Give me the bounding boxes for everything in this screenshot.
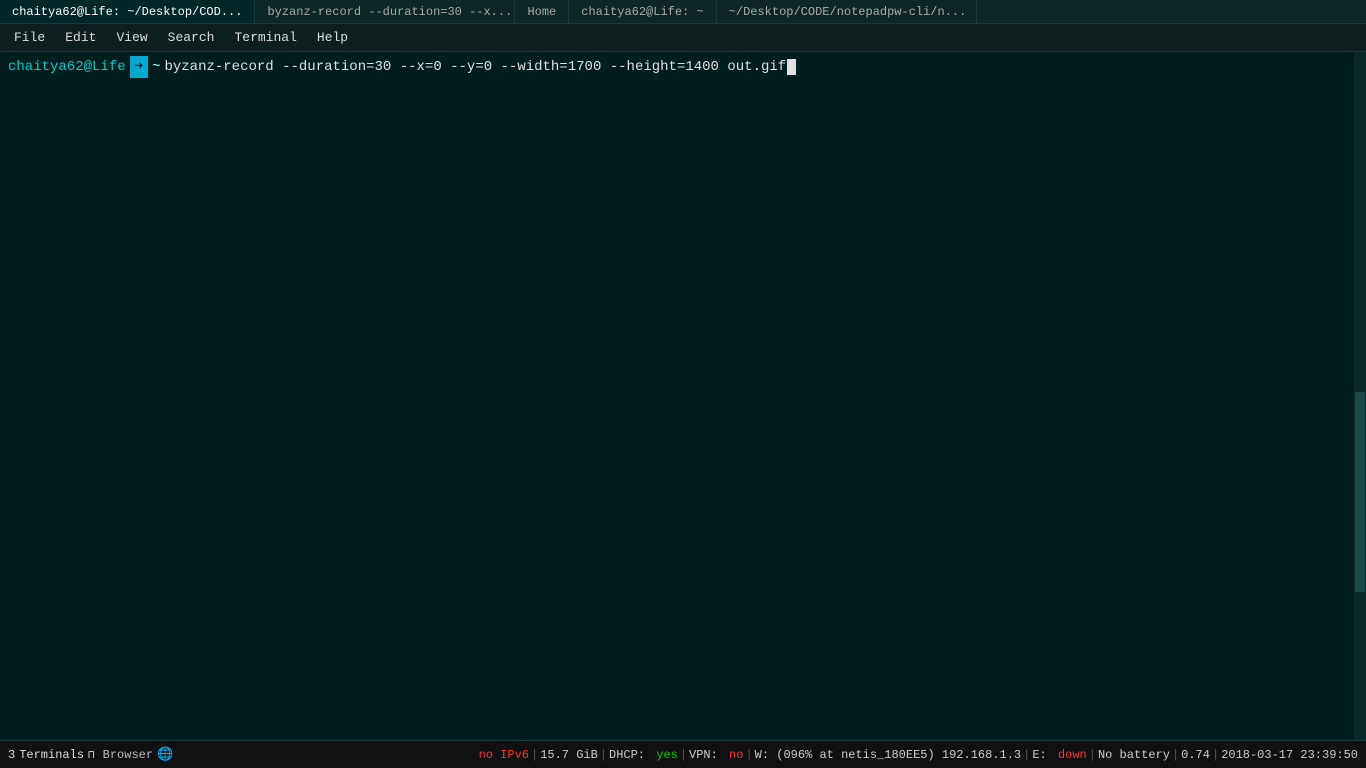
prompt-dir: ~: [152, 56, 160, 78]
terminal-area[interactable]: chaitya62@Life ➜ ~ byzanz-record --durat…: [0, 52, 1366, 740]
e-label: E:: [1032, 748, 1046, 762]
menu-bar: File Edit View Search Terminal Help: [0, 24, 1366, 52]
scrollbar[interactable]: [1354, 52, 1366, 740]
vpn-value: no: [729, 748, 743, 762]
dhcp-value: yes: [656, 748, 678, 762]
tab-3-label: Home: [527, 5, 556, 19]
tab-3[interactable]: Home: [515, 0, 569, 23]
status-bar: 3 Terminals ⊓ Browser 🌐 no IPv6 | 15.7 G…: [0, 740, 1366, 768]
wifi-info: W: (096% at netis_180EE5) 192.168.1.3: [755, 748, 1021, 762]
tab-1-label: chaitya62@Life: ~/Desktop/COD...: [12, 5, 242, 19]
browser-label: Browser 🌐: [103, 747, 174, 762]
menu-search[interactable]: Search: [158, 24, 225, 51]
tab-5-label: ~/Desktop/CODE/notepadpw-cli/n...: [729, 5, 967, 19]
menu-terminal[interactable]: Terminal: [224, 24, 306, 51]
tab-5[interactable]: ~/Desktop/CODE/notepadpw-cli/n...: [717, 0, 977, 23]
vpn-label: VPN:: [689, 748, 718, 762]
menu-file[interactable]: File: [4, 24, 55, 51]
pin-icon: ⊓: [88, 748, 95, 762]
terminal-cursor: [787, 59, 796, 75]
terminal-command: byzanz-record --duration=30 --x=0 --y=0 …: [164, 56, 786, 78]
e-value: down: [1058, 748, 1087, 762]
terminals-count: 3 Terminals ⊓: [8, 748, 95, 762]
title-bar: chaitya62@Life: ~/Desktop/COD... byzanz-…: [0, 0, 1366, 24]
battery-label: No battery: [1098, 748, 1170, 762]
globe-icon: 🌐: [157, 747, 173, 762]
tab-2[interactable]: byzanz-record --duration=30 --x...: [255, 0, 515, 23]
tab-2-label: byzanz-record --duration=30 --x...: [267, 5, 512, 19]
tab-4-label: chaitya62@Life: ~: [581, 5, 703, 19]
scrollbar-thumb[interactable]: [1355, 392, 1365, 592]
menu-help[interactable]: Help: [307, 24, 358, 51]
menu-edit[interactable]: Edit: [55, 24, 106, 51]
no-ipv6-status: no IPv6: [479, 748, 529, 762]
menu-view[interactable]: View: [106, 24, 157, 51]
prompt-line: chaitya62@Life ➜ ~ byzanz-record --durat…: [8, 56, 1358, 78]
datetime: 2018-03-17 23:39:50: [1221, 748, 1358, 762]
dhcp-label: DHCP:: [609, 748, 645, 762]
prompt-user: chaitya62@Life: [8, 56, 126, 78]
battery-val: 0.74: [1181, 748, 1210, 762]
tab-1[interactable]: chaitya62@Life: ~/Desktop/COD...: [0, 0, 255, 23]
tab-4[interactable]: chaitya62@Life: ~: [569, 0, 716, 23]
disk-size: 15.7 GiB: [540, 748, 598, 762]
prompt-arrow: ➜: [130, 56, 148, 78]
